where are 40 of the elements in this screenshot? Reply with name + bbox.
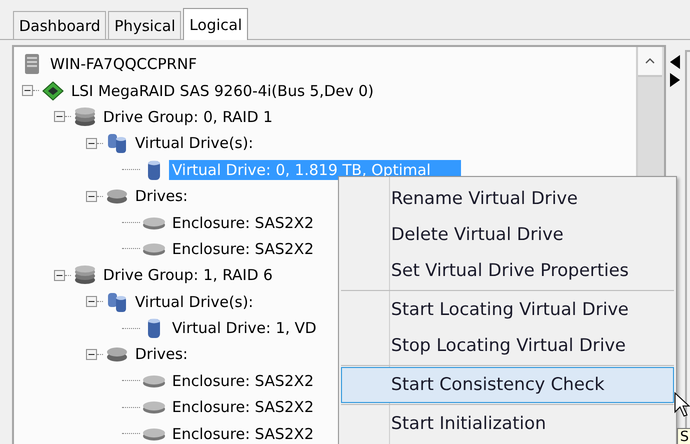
tree-item[interactable]: Virtual Drive(s): xyxy=(132,133,256,154)
cylinders-icon xyxy=(105,132,129,154)
expand-right-icon[interactable] xyxy=(669,73,681,87)
expander-icon[interactable] xyxy=(86,190,97,202)
expander-icon[interactable] xyxy=(54,111,65,122)
tree-item[interactable]: Drives: xyxy=(132,186,191,206)
disk-stack-icon xyxy=(73,264,97,286)
menu-item[interactable]: Set Virtual Drive Properties xyxy=(341,253,674,289)
tree-item[interactable]: Enclosure: SAS2X2 xyxy=(169,238,317,259)
collapse-left-icon[interactable] xyxy=(669,55,681,69)
menu-item[interactable]: Stop Locating Virtual Drive xyxy=(341,328,674,364)
menu-item[interactable]: Delete Virtual Drive xyxy=(341,217,674,253)
tree-item[interactable]: Drives: xyxy=(132,344,191,364)
expander-icon[interactable] xyxy=(86,138,97,149)
tree-item[interactable]: Virtual Drive: 1, VD xyxy=(169,318,320,338)
tree-item[interactable]: Drive Group: 0, RAID 1 xyxy=(100,106,276,127)
cursor-icon xyxy=(674,392,690,418)
expander-icon[interactable] xyxy=(86,348,97,360)
tab[interactable]: Physical xyxy=(108,11,182,39)
tree-item[interactable]: Enclosure: SAS2X2 xyxy=(169,424,317,444)
disk-stack-icon xyxy=(73,106,97,128)
menu-item[interactable]: Start Consistency Check xyxy=(341,367,674,403)
expander-icon[interactable] xyxy=(54,270,65,281)
cylinders-icon xyxy=(105,290,129,313)
tree-item[interactable]: Virtual Drive(s): xyxy=(132,292,256,312)
tooltip: S xyxy=(677,428,690,444)
tab[interactable]: Logical xyxy=(183,8,248,40)
tree-item[interactable]: LSI MegaRAID SAS 9260-4i(Bus 5,Dev 0) xyxy=(68,80,377,101)
menu-item[interactable]: Rename Virtual Drive xyxy=(341,181,674,217)
tree-item[interactable]: Enclosure: SAS2X2 xyxy=(169,212,317,233)
menu-item[interactable]: Start Initialization xyxy=(341,406,674,442)
menu-item[interactable]: Start Locating Virtual Drive xyxy=(341,292,674,328)
expander-icon[interactable] xyxy=(22,85,33,96)
tree-item[interactable]: WIN-FA7QQCCPRNF xyxy=(47,54,200,74)
tree-item[interactable]: Enclosure: SAS2X2 xyxy=(169,397,317,418)
tree-item[interactable]: Enclosure: SAS2X2 xyxy=(169,370,317,391)
chip-icon xyxy=(41,80,65,102)
tree-item[interactable]: Drive Group: 1, RAID 6 xyxy=(100,265,276,286)
expander-icon[interactable] xyxy=(86,296,97,308)
tab[interactable]: Dashboard xyxy=(13,11,106,39)
